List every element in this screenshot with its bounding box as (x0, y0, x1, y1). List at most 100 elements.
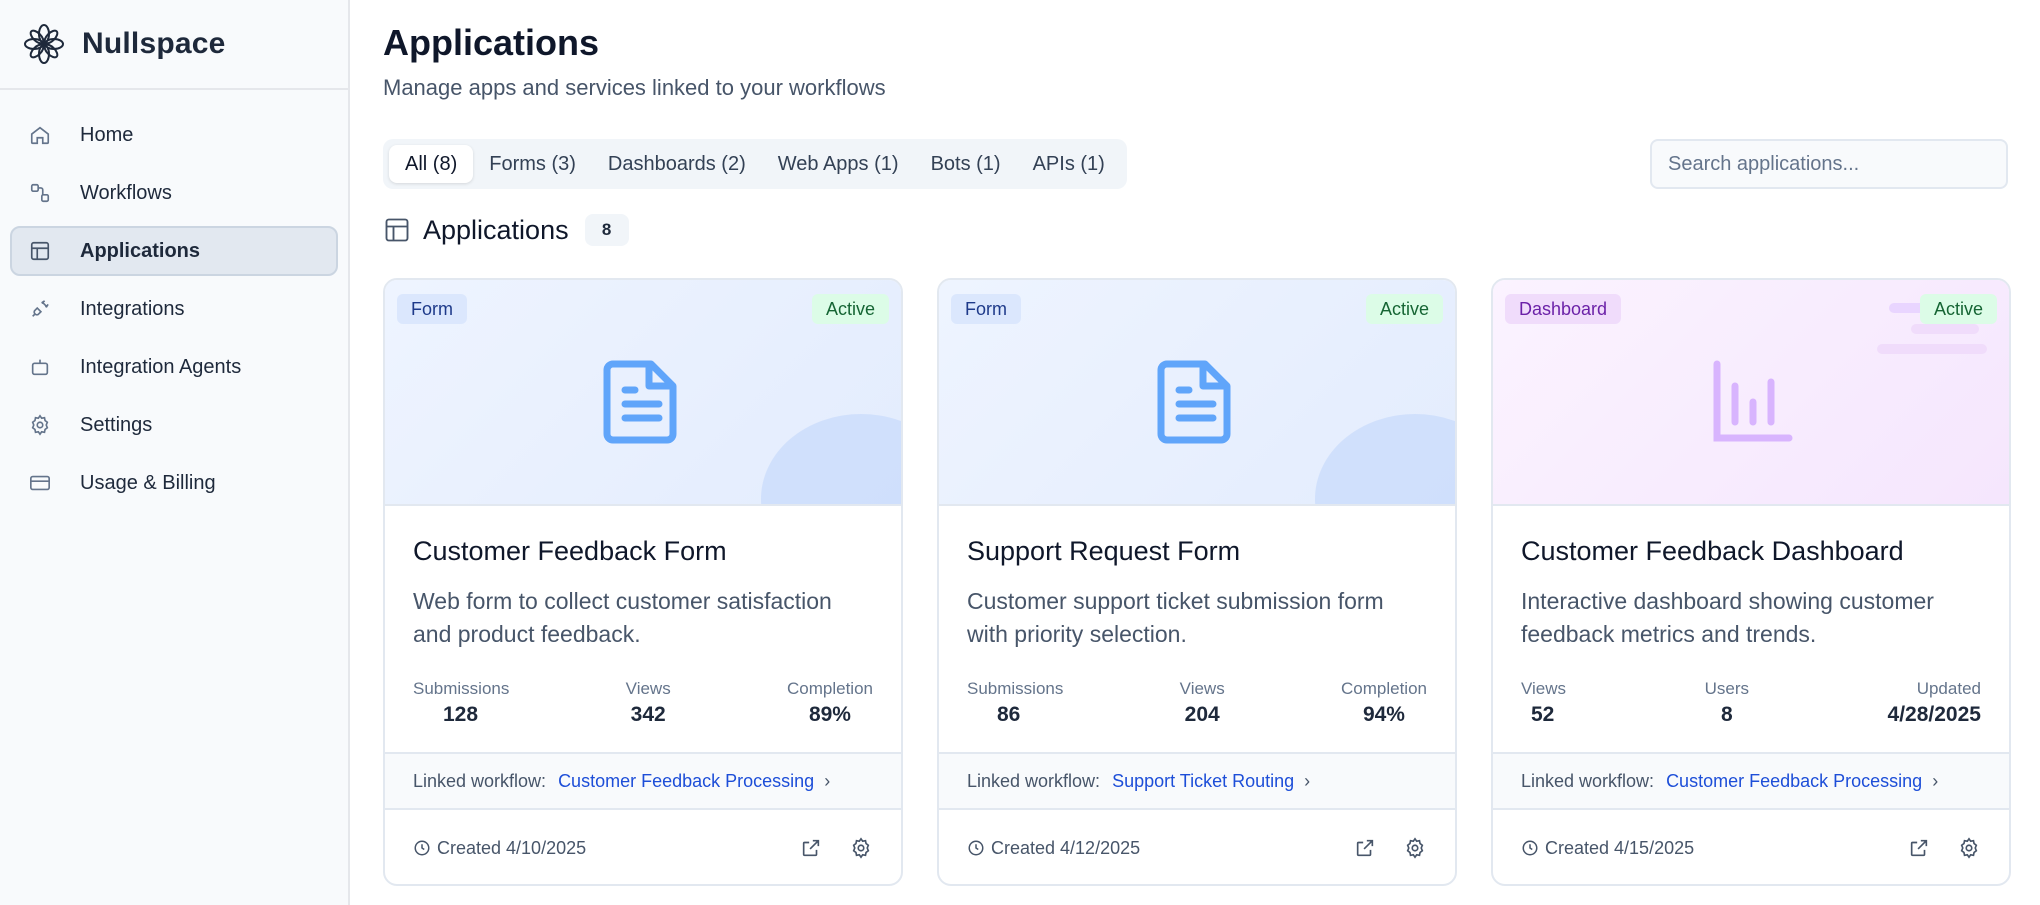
section-title: Applications (423, 214, 569, 245)
linked-workflow-link[interactable]: Customer Feedback Processing › (1666, 771, 1938, 792)
stat-label: Submissions (967, 679, 1064, 698)
stat-label: Completion (1340, 679, 1427, 698)
stat-value: 89% (808, 703, 851, 726)
clock-icon (968, 840, 984, 856)
stat-label: Completion (786, 679, 873, 698)
linked-workflow: Linked workflow: Customer Feedback Proce… (1493, 752, 2009, 810)
bot-icon (28, 355, 52, 379)
banner-decoration (761, 414, 901, 504)
tab-dashboards[interactable]: Dashboards (2) (592, 145, 762, 183)
filter-tabs: All (8) Forms (3) Dashboards (2) Web App… (383, 139, 1127, 189)
card-title: Customer Feedback Dashboard (1521, 536, 1904, 566)
sidebar-item-workflows[interactable]: Workflows (10, 168, 338, 218)
banner-decoration (1315, 414, 1455, 504)
stat: Submissions 86 (967, 679, 1063, 727)
brand-name: Nullspace (82, 27, 226, 60)
stat-value: 204 (1184, 703, 1220, 726)
tab-web-apps[interactable]: Web Apps (1) (762, 145, 915, 183)
workflow-icon (28, 181, 52, 205)
card-stats: Views 52 Users 8 Updated 4/28/2025 (1521, 679, 1981, 727)
stat-label: Views (1521, 679, 1567, 698)
app-card[interactable]: Form Active Support Request Form Custome… (937, 278, 1457, 886)
sidebar-item-integrations[interactable]: Integrations (10, 284, 338, 334)
stat-label: Views (625, 679, 671, 698)
created-date: Created 4/10/2025 (413, 838, 773, 859)
tab-apis[interactable]: APIs (1) (1017, 145, 1121, 183)
main-content: Applications Manage apps and services li… (383, 0, 2011, 905)
layout-icon (385, 218, 409, 242)
card-banner: Form Active (385, 280, 901, 506)
sidebar-item-home[interactable]: Home (10, 110, 338, 160)
linked-workflow-name: Customer Feedback Processing (1666, 770, 1923, 791)
linked-workflow-label: Linked workflow: (413, 770, 547, 791)
home-icon (28, 123, 52, 147)
stat-label: Users (1704, 679, 1749, 698)
linked-workflow-link[interactable]: Support Ticket Routing › (1112, 771, 1310, 792)
tab-all[interactable]: All (8) (389, 145, 474, 183)
sidebar-item-label: Settings (80, 413, 153, 436)
gear-icon[interactable] (1403, 836, 1427, 860)
external-link-icon[interactable] (1353, 836, 1377, 860)
stat: Submissions 128 (413, 679, 509, 727)
linked-workflow: Linked workflow: Support Ticket Routing … (939, 752, 1455, 810)
card-body: Support Request Form Customer support ti… (939, 506, 1455, 752)
sidebar-item-label: Home (80, 123, 134, 146)
card-title: Support Request Form (967, 536, 1241, 566)
clock-icon (1522, 840, 1538, 856)
stat: Views 52 (1521, 679, 1566, 727)
gear-icon[interactable] (849, 836, 873, 860)
brand[interactable]: Nullspace (0, 0, 348, 90)
gear-icon[interactable] (1957, 836, 1981, 860)
layout-icon (28, 239, 52, 263)
sidebar-item-integration-agents[interactable]: Integration Agents (10, 342, 338, 392)
sidebar-item-settings[interactable]: Settings (10, 400, 338, 450)
stat: Users 8 (1705, 679, 1749, 727)
app-card[interactable]: Form Active Customer Feedback Form Web f… (383, 278, 903, 886)
linked-workflow-link[interactable]: Customer Feedback Processing › (558, 771, 830, 792)
external-link-icon[interactable] (1907, 836, 1931, 860)
created-text: Created 4/10/2025 (437, 837, 587, 858)
stat-value: 342 (630, 703, 666, 726)
card-stats: Submissions 86 Views 204 Completion 94% (967, 679, 1427, 727)
stat-value: 128 (443, 703, 479, 726)
stat-value: 4/28/2025 (1887, 703, 1981, 726)
tab-forms[interactable]: Forms (3) (473, 145, 592, 183)
linked-workflow: Linked workflow: Customer Feedback Proce… (385, 752, 901, 810)
card-description: Interactive dashboard showing customer f… (1521, 588, 1934, 647)
linked-workflow-label: Linked workflow: (967, 770, 1101, 791)
gear-icon (28, 413, 52, 437)
search-input[interactable] (1650, 139, 2008, 189)
created-text: Created 4/12/2025 (991, 837, 1141, 858)
app-card[interactable]: Dashboard Active Customer Feedback Dashb… (1491, 278, 2011, 886)
plug-icon (28, 297, 52, 321)
type-badge: Form (397, 294, 467, 324)
sidebar-item-label: Applications (80, 239, 201, 262)
flower-logo-icon (24, 24, 64, 64)
tab-bots[interactable]: Bots (1) (915, 145, 1017, 183)
sidebar-item-label: Integrations (80, 297, 185, 320)
sidebar-item-usage-billing[interactable]: Usage & Billing (10, 458, 338, 508)
count-badge: 8 (584, 214, 629, 246)
stat: Views 204 (1180, 679, 1225, 727)
card-footer: Created 4/15/2025 (1493, 810, 2009, 884)
sidebar-item-applications[interactable]: Applications (10, 226, 338, 276)
document-icon (603, 360, 677, 444)
stat: Completion 89% (787, 679, 873, 727)
status-badge: Active (1365, 294, 1443, 324)
type-badge: Form (951, 294, 1021, 324)
stat: Completion 94% (1341, 679, 1427, 727)
sidebar-item-label: Usage & Billing (80, 471, 216, 494)
card-title: Customer Feedback Form (413, 536, 727, 566)
status-badge: Active (811, 294, 889, 324)
page-subtitle: Manage apps and services linked to your … (383, 75, 886, 100)
chevron-right-icon: › (824, 770, 831, 791)
card-footer: Created 4/12/2025 (939, 810, 1455, 884)
created-text: Created 4/15/2025 (1545, 837, 1695, 858)
stat-value: 86 (997, 703, 1021, 726)
created-date: Created 4/12/2025 (967, 838, 1327, 859)
card-grid: Form Active Customer Feedback Form Web f… (383, 278, 2011, 886)
sidebar-nav: Home Workflows Applications Integrations… (0, 90, 348, 508)
clock-icon (414, 840, 430, 856)
stat-label: Updated (1916, 679, 1981, 698)
external-link-icon[interactable] (799, 836, 823, 860)
